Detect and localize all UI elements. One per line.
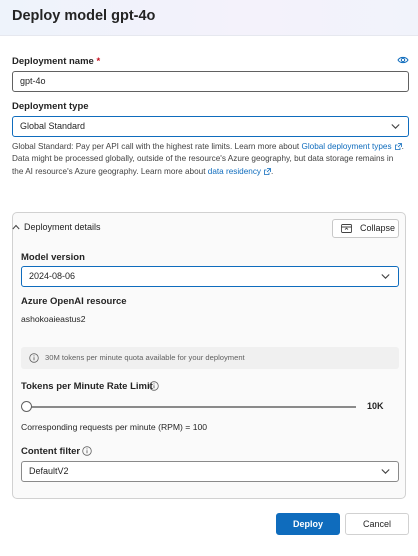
model-version-select[interactable]: 2024-08-06 <box>21 266 399 287</box>
deployment-name-label: Deployment name * <box>12 56 100 67</box>
deployment-type-help: Global Standard: Pay per API call with t… <box>12 141 406 178</box>
tpm-max-value: 10K <box>367 401 384 411</box>
model-version-value: 2024-08-06 <box>29 271 76 281</box>
tpm-slider-thumb[interactable] <box>20 401 32 412</box>
help-suffix-2: . <box>271 166 274 176</box>
collapse-icon <box>341 224 352 233</box>
chevron-up-icon[interactable] <box>12 224 20 230</box>
resource-value: ashokoaieastus2 <box>21 314 86 324</box>
deployment-name-input[interactable]: gpt-4o <box>12 71 409 92</box>
resource-label: Azure OpenAI resource <box>21 296 127 307</box>
chevron-down-icon <box>381 469 390 474</box>
external-link-icon <box>264 167 271 175</box>
deployment-type-label: Deployment type <box>12 101 89 112</box>
tpm-label: Tokens per Minute Rate Limit <box>21 381 153 392</box>
deployment-type-select[interactable]: Global Standard <box>12 116 409 137</box>
info-icon[interactable] <box>149 381 159 391</box>
quota-info-bar: 30M tokens per minute quota available fo… <box>21 347 399 369</box>
deployment-details-title[interactable]: Deployment details <box>24 222 101 232</box>
deployment-type-value: Global Standard <box>20 121 86 131</box>
dialog-title: Deploy model gpt-4o <box>12 8 156 24</box>
eye-icon[interactable] <box>397 54 409 66</box>
help-line1-text: Global Standard: Pay per API call with t… <box>12 142 302 151</box>
external-link-icon <box>394 143 402 150</box>
chevron-down-icon <box>391 124 400 129</box>
info-icon[interactable] <box>82 446 92 456</box>
content-filter-label: Content filter <box>21 446 81 457</box>
chevron-down-icon <box>381 274 390 279</box>
deploy-button[interactable]: Deploy <box>276 513 340 535</box>
global-deployment-types-link[interactable]: Global deployment types <box>301 142 391 151</box>
collapse-label: Collapse <box>360 223 396 233</box>
collapse-button[interactable]: Collapse <box>332 219 399 238</box>
help-suffix-1: . <box>401 142 404 151</box>
rpm-text: Corresponding requests per minute (RPM) … <box>21 422 208 432</box>
tpm-slider-track[interactable] <box>26 406 356 408</box>
content-filter-value: DefaultV2 <box>29 466 69 476</box>
required-marker: * <box>96 56 101 67</box>
model-version-label: Model version <box>21 252 85 263</box>
deployment-name-label-text: Deployment name <box>12 56 94 67</box>
cancel-button[interactable]: Cancel <box>345 513 409 535</box>
info-icon <box>29 353 39 363</box>
help-line2-text: Data might be processed globally, outsid… <box>12 154 394 176</box>
quota-info-text: 30M tokens per minute quota available fo… <box>45 353 245 362</box>
data-residency-link[interactable]: data residency <box>208 167 261 176</box>
content-filter-select[interactable]: DefaultV2 <box>21 461 399 482</box>
